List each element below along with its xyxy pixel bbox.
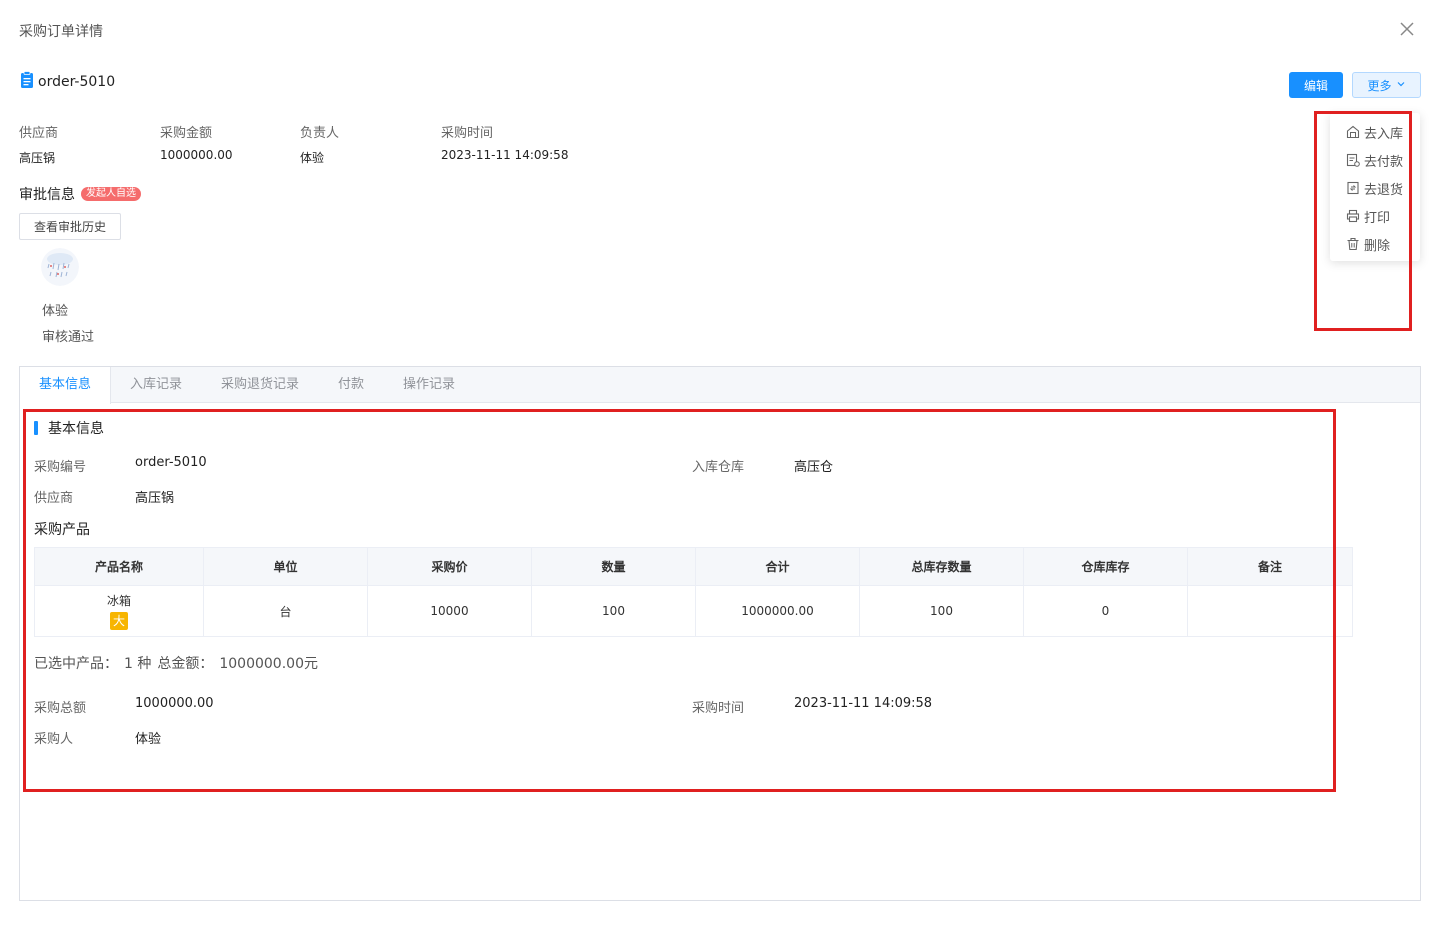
summary-time-label: 采购时间: [441, 126, 494, 141]
table-row: 冰箱 大 台 10000 100 1000000.00 100 0: [34, 585, 1353, 637]
column-header: 采购价: [367, 547, 532, 586]
chevron-down-icon: [1396, 78, 1406, 92]
menu-item-payment[interactable]: 去付款: [1330, 146, 1420, 174]
total-amount-label: 采购总额: [34, 701, 87, 716]
tab-payment[interactable]: 付款: [330, 367, 372, 403]
printer-icon: [1346, 209, 1360, 223]
menu-item-delete[interactable]: 删除: [1330, 230, 1420, 258]
warehouse-stock-cell: 0: [1023, 585, 1188, 637]
summary-amount-label: 采购金额: [160, 126, 213, 141]
payment-icon: [1346, 153, 1360, 167]
approval-badge: 发起人自选: [81, 187, 141, 201]
approver-name: 体验: [42, 304, 69, 319]
purchaser-label: 采购人: [34, 732, 74, 747]
purchase-time-value: 2023-11-11 14:09:58: [794, 696, 933, 711]
trash-icon: [1347, 237, 1359, 251]
edit-button[interactable]: 编辑: [1289, 72, 1343, 98]
column-header: 仓库库存: [1023, 547, 1188, 586]
product-name: 冰箱: [106, 594, 131, 608]
menu-item-label: 去退货: [1364, 182, 1404, 198]
tab-inbound-records[interactable]: 入库记录: [118, 367, 194, 403]
summary-amount-label: 总金额：: [157, 656, 214, 672]
summary-time-value: 2023-11-11 14:09:58: [441, 148, 569, 162]
approval-section-title: 审批信息 发起人自选: [19, 184, 141, 204]
more-dropdown-menu: 去入库 去付款 去退货 打印 删除: [1330, 113, 1420, 261]
order-id: order-5010: [38, 74, 116, 90]
column-header: 单位: [203, 547, 368, 586]
quantity-cell: 100: [531, 585, 696, 637]
unit-cell: 台: [203, 585, 368, 637]
menu-item-label: 打印: [1364, 210, 1391, 226]
menu-item-label: 去入库: [1364, 126, 1404, 142]
column-header: 总库存数量: [859, 547, 1024, 586]
products-table: 产品名称 单位 采购价 数量 合计 总库存数量 仓库库存 备注 冰箱 大 台 1…: [34, 547, 1353, 637]
warehouse-value: 高压仓: [794, 460, 834, 475]
view-approval-history-button[interactable]: 查看审批历史: [19, 213, 121, 240]
summary-prefix: 已选中产品：: [34, 656, 118, 672]
purchaser-value: 体验: [135, 732, 162, 747]
warehouse-in-icon: [1346, 125, 1360, 139]
tab-operation-log[interactable]: 操作记录: [396, 367, 462, 403]
dialog-title: 采购订单详情: [19, 24, 103, 40]
avatar: [41, 248, 79, 286]
total-cell: 1000000.00: [695, 585, 860, 637]
menu-item-print[interactable]: 打印: [1330, 202, 1420, 230]
tabs-header: 基本信息 入库记录 采购退货记录 付款 操作记录: [20, 367, 1420, 404]
price-cell: 10000: [367, 585, 532, 637]
summary-amount-value: 1000000.00: [160, 148, 233, 162]
order-header: order-5010: [19, 71, 115, 93]
basic-info-title: 基本信息: [48, 421, 104, 437]
summary-supplier-label: 供应商: [19, 126, 59, 141]
total-amount-value: 1000000.00: [135, 696, 214, 711]
menu-item-warehouse-in[interactable]: 去入库: [1330, 118, 1420, 146]
more-button[interactable]: 更多: [1352, 72, 1421, 98]
section-accent-bar: [34, 421, 38, 435]
approval-title: 审批信息: [19, 187, 75, 203]
total-stock-cell: 100: [859, 585, 1024, 637]
selected-products-summary: 已选中产品： 1 种 总金额： 1000000.00元: [34, 653, 318, 673]
remark-cell: [1187, 585, 1353, 637]
product-size-tag: 大: [110, 612, 128, 630]
more-label: 更多: [1367, 78, 1392, 93]
tab-basic-info[interactable]: 基本信息: [20, 367, 111, 404]
menu-item-label: 删除: [1364, 238, 1391, 254]
menu-item-return[interactable]: 去退货: [1330, 174, 1420, 202]
summary-count: 1 种: [124, 656, 152, 672]
tab-return-records[interactable]: 采购退货记录: [210, 367, 310, 403]
products-title: 采购产品: [34, 522, 90, 538]
menu-item-label: 去付款: [1364, 154, 1404, 170]
summary-owner-value: 体验: [300, 151, 325, 165]
supplier-value: 高压锅: [135, 491, 175, 506]
order-no-label: 采购编号: [34, 460, 87, 475]
summary-owner-label: 负责人: [300, 126, 340, 141]
summary-amount: 1000000.00元: [219, 656, 318, 672]
product-name-cell: 冰箱 大: [34, 585, 204, 637]
column-header: 合计: [695, 547, 860, 586]
order-no-value: order-5010: [135, 455, 207, 470]
basic-info-section-title: 基本信息: [34, 418, 104, 438]
summary-supplier-value: 高压锅: [19, 151, 56, 165]
table-header-row: 产品名称 单位 采购价 数量 合计 总库存数量 仓库库存 备注: [34, 547, 1353, 586]
return-icon: [1347, 181, 1359, 195]
approver-status: 审核通过: [42, 330, 95, 345]
column-header: 产品名称: [34, 547, 204, 586]
column-header: 备注: [1187, 547, 1353, 586]
column-header: 数量: [531, 547, 696, 586]
close-icon[interactable]: [1397, 19, 1417, 39]
warehouse-label: 入库仓库: [692, 460, 745, 475]
supplier-label: 供应商: [34, 491, 74, 506]
document-icon: [19, 71, 35, 93]
purchase-time-label: 采购时间: [692, 701, 745, 716]
